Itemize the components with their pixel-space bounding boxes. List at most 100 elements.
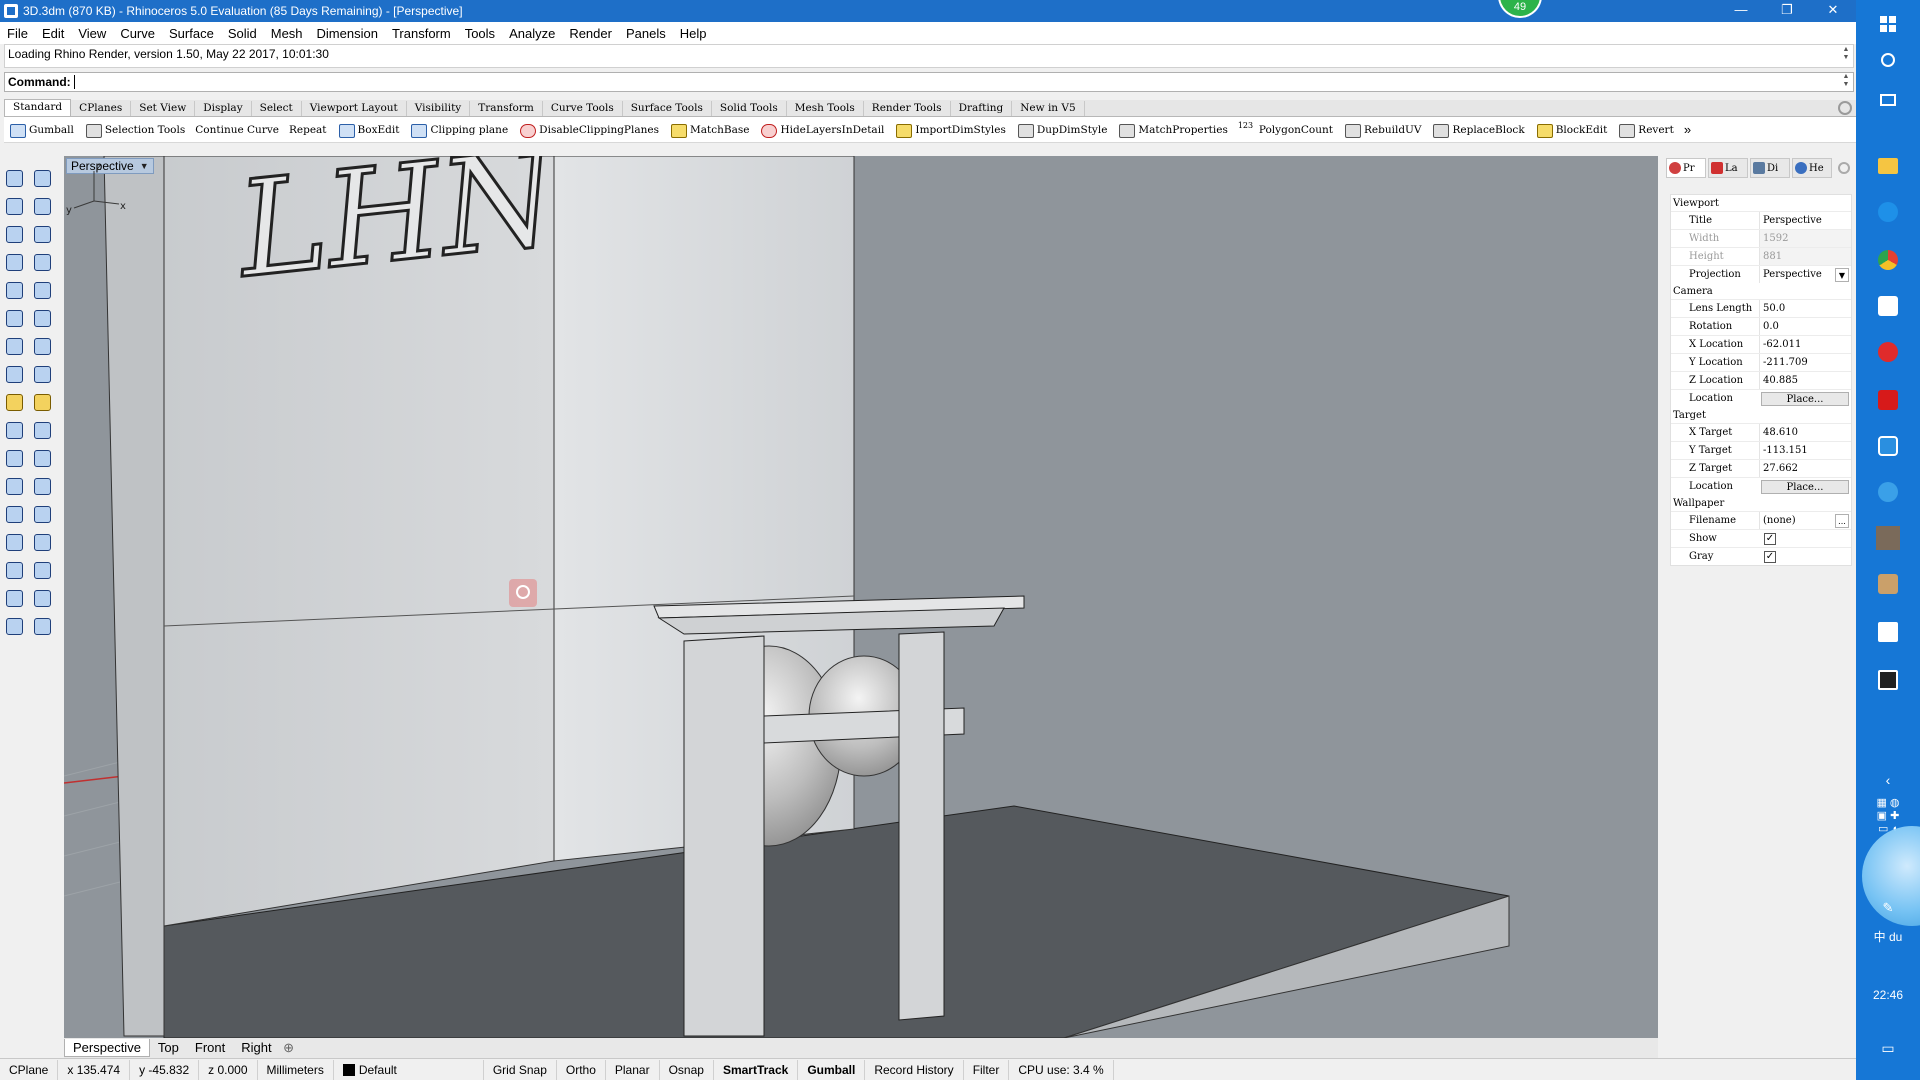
select-arrow-icon[interactable] (2, 166, 26, 190)
rectangle-icon[interactable] (30, 250, 54, 274)
prop-row[interactable]: Location Place... (1671, 389, 1851, 407)
chrome-icon[interactable] (1872, 244, 1904, 276)
gray-checkbox[interactable]: ✓ (1764, 550, 1776, 563)
disable-clipping-planes-button[interactable]: DisableClippingPlanes (514, 118, 665, 142)
mirror-icon[interactable] (30, 530, 54, 554)
projection-select[interactable]: Perspective (1759, 266, 1835, 283)
arc-icon[interactable] (2, 278, 26, 302)
box-icon[interactable] (2, 334, 26, 358)
menu-transform[interactable]: Transform (385, 26, 458, 41)
menu-file[interactable]: File (0, 26, 35, 41)
toggle-record-history[interactable]: Record History (865, 1059, 964, 1080)
z-target-field[interactable]: 27.662 (1759, 460, 1851, 477)
menu-help[interactable]: Help (673, 26, 714, 41)
target-place-button[interactable]: Place... (1761, 479, 1849, 494)
add-viewport-icon[interactable]: ⊕ (280, 1039, 298, 1057)
layer-icon[interactable] (2, 614, 26, 638)
polygoncount-button[interactable]: 123 PolygonCount (1234, 118, 1339, 142)
panel-tab-properties[interactable]: Pr (1666, 158, 1706, 178)
hatch-icon[interactable] (2, 446, 26, 470)
grid-array-icon[interactable] (2, 586, 26, 610)
prop-row[interactable]: Y Location -211.709 (1671, 353, 1851, 371)
menu-tools[interactable]: Tools (458, 26, 502, 41)
rebuilduv-button[interactable]: RebuildUV (1339, 118, 1427, 142)
viewport-tab-right[interactable]: Right (233, 1039, 279, 1057)
viewport-tab-perspective[interactable]: Perspective (64, 1039, 150, 1057)
edge-browser-icon[interactable] (1872, 196, 1904, 228)
menu-analyze[interactable]: Analyze (502, 26, 562, 41)
cloud-app-icon[interactable] (1872, 430, 1904, 462)
tab-surface-tools[interactable]: Surface Tools (623, 101, 712, 116)
command-line[interactable]: Command: ▲ ▼ (4, 72, 1854, 92)
prop-row[interactable]: Gray ✓ (1671, 547, 1851, 565)
tab-transform[interactable]: Transform (470, 101, 543, 116)
circle-icon[interactable] (2, 222, 26, 246)
history-scroll-arrows[interactable]: ▲ ▼ (1841, 46, 1851, 62)
gumball-button[interactable]: Gumball (4, 118, 80, 142)
prop-row[interactable]: Location Place... (1671, 477, 1851, 495)
menu-curve[interactable]: Curve (113, 26, 162, 41)
rotate-icon[interactable] (2, 474, 26, 498)
tab-solid-tools[interactable]: Solid Tools (712, 101, 787, 116)
toggle-smarttrack[interactable]: SmartTrack (714, 1059, 799, 1080)
move-icon[interactable] (30, 474, 54, 498)
red-app-icon[interactable] (1872, 384, 1904, 416)
toggle-filter[interactable]: Filter (964, 1059, 1010, 1080)
polygon-icon[interactable] (2, 250, 26, 274)
netease-music-icon[interactable] (1872, 336, 1904, 368)
layer-indicator[interactable]: Default (334, 1059, 484, 1080)
y-location-field[interactable]: -211.709 (1759, 354, 1851, 371)
selection-tools-button[interactable]: Selection Tools (80, 118, 191, 142)
prop-row[interactable]: Z Target 27.662 (1671, 459, 1851, 477)
tab-mesh-tools[interactable]: Mesh Tools (787, 101, 864, 116)
tab-visibility[interactable]: Visibility (407, 101, 471, 116)
task-view-icon[interactable] (1872, 84, 1904, 116)
menu-dimension[interactable]: Dimension (310, 26, 385, 41)
tab-render-tools[interactable]: Render Tools (864, 101, 951, 116)
z-location-field[interactable]: 40.885 (1759, 372, 1851, 389)
replaceblock-button[interactable]: ReplaceBlock (1427, 118, 1530, 142)
panel-tab-display[interactable]: Di (1750, 158, 1790, 178)
menu-mesh[interactable]: Mesh (264, 26, 310, 41)
panel-tab-help[interactable]: He (1792, 158, 1832, 178)
render-icon[interactable] (2, 390, 26, 414)
prop-row[interactable]: Filename (none)... (1671, 511, 1851, 529)
notification-badge[interactable]: 49 (1498, 0, 1542, 18)
extrude-icon[interactable] (30, 306, 54, 330)
surface-icon[interactable] (2, 306, 26, 330)
maximize-button[interactable]: ❐ (1764, 0, 1810, 22)
start-windows-icon[interactable] (1872, 8, 1904, 40)
title-field[interactable]: Perspective (1759, 212, 1851, 229)
chevron-down-icon[interactable]: ▼ (1835, 267, 1849, 282)
fillet-curve-icon[interactable] (30, 278, 54, 302)
prop-row[interactable]: Lens Length 50.0 (1671, 299, 1851, 317)
leader-icon[interactable] (30, 418, 54, 442)
prompt-scroll-arrows[interactable]: ▲ ▼ (1841, 73, 1851, 89)
text-icon[interactable] (2, 502, 26, 526)
scale-icon[interactable] (30, 502, 54, 526)
curve-icon[interactable] (30, 194, 54, 218)
tab-curve-tools[interactable]: Curve Tools (543, 101, 623, 116)
clipping-plane-button[interactable]: Clipping plane (405, 118, 514, 142)
tab-select[interactable]: Select (252, 101, 302, 116)
menu-view[interactable]: View (71, 26, 113, 41)
y-target-field[interactable]: -113.151 (1759, 442, 1851, 459)
x-location-field[interactable]: -62.011 (1759, 336, 1851, 353)
matchproperties-button[interactable]: MatchProperties (1113, 118, 1233, 142)
filename-field[interactable]: (none) (1759, 512, 1835, 529)
dupdimstyle-button[interactable]: DupDimStyle (1012, 118, 1114, 142)
block-icon[interactable] (2, 558, 26, 582)
array-icon[interactable] (2, 530, 26, 554)
rotation-field[interactable]: 0.0 (1759, 318, 1851, 335)
matchbase-button[interactable]: MatchBase (665, 118, 755, 142)
group-icon[interactable] (30, 446, 54, 470)
tab-drafting[interactable]: Drafting (951, 101, 1013, 116)
notification-center-icon[interactable]: ▭ (1856, 1040, 1920, 1057)
pen-icon[interactable]: ✎ (1856, 900, 1920, 916)
search-circle-icon[interactable] (1872, 44, 1904, 76)
toggle-planar[interactable]: Planar (606, 1059, 660, 1080)
menu-panels[interactable]: Panels (619, 26, 673, 41)
tab-viewport-layout[interactable]: Viewport Layout (302, 101, 407, 116)
viewport-tab-front[interactable]: Front (187, 1039, 233, 1057)
lens-length-field[interactable]: 50.0 (1759, 300, 1851, 317)
